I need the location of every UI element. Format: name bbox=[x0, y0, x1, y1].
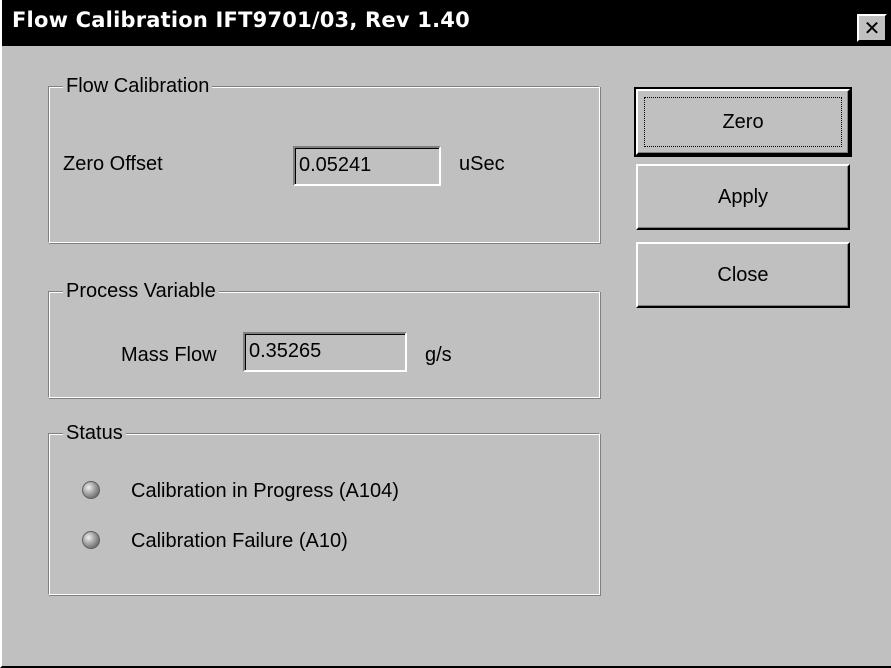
close-button[interactable]: Close bbox=[636, 242, 850, 308]
title-bar[interactable]: Flow Calibration IFT9701/03, Rev 1.40 ✕ bbox=[2, 0, 891, 46]
calibration-dialog: Flow Calibration IFT9701/03, Rev 1.40 ✕ … bbox=[0, 0, 891, 668]
status-led-icon bbox=[82, 531, 100, 549]
status-group: Status Calibration in Progress (A104) Ca… bbox=[48, 420, 600, 595]
calibration-in-progress-label: Calibration in Progress (A104) bbox=[131, 480, 399, 502]
flow-calibration-legend: Flow Calibration bbox=[63, 73, 213, 99]
process-variable-legend: Process Variable bbox=[63, 278, 219, 304]
mass-flow-field[interactable]: 0.35265 bbox=[243, 332, 407, 372]
process-variable-group: Process Variable Mass Flow 0.35265 g/s bbox=[48, 278, 600, 398]
status-legend: Status bbox=[63, 420, 126, 446]
zero-offset-unit: uSec bbox=[459, 153, 505, 175]
zero-button-label: Zero bbox=[722, 110, 764, 133]
zero-button[interactable]: Zero bbox=[634, 87, 852, 157]
calibration-failure-label: Calibration Failure (A10) bbox=[131, 530, 348, 552]
mass-flow-unit: g/s bbox=[425, 344, 452, 366]
close-icon: ✕ bbox=[863, 16, 881, 40]
apply-button-label: Apply bbox=[717, 185, 769, 208]
flow-calibration-group: Flow Calibration Zero Offset 0.05241 uSe… bbox=[48, 73, 600, 243]
apply-button[interactable]: Apply bbox=[636, 164, 850, 230]
mass-flow-label: Mass Flow bbox=[121, 344, 217, 366]
zero-offset-field[interactable]: 0.05241 bbox=[293, 146, 441, 186]
zero-offset-label: Zero Offset bbox=[63, 153, 163, 175]
close-button-label: Close bbox=[717, 263, 769, 286]
close-window-button[interactable]: ✕ bbox=[857, 14, 887, 42]
window-title: Flow Calibration IFT9701/03, Rev 1.40 bbox=[12, 8, 470, 32]
status-led-icon bbox=[82, 481, 100, 499]
